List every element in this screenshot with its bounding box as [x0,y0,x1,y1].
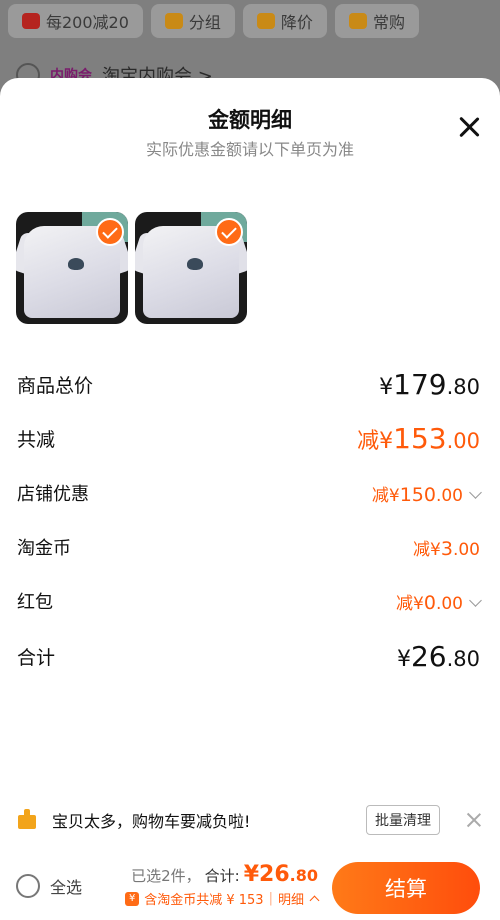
price-integer: 3 [440,537,453,560]
checkmark-icon[interactable] [96,218,124,246]
checkmark-icon[interactable] [215,218,243,246]
item-thumbnail[interactable] [135,212,247,324]
chevron-down-icon[interactable] [469,593,482,607]
filter-chip-row: 每200减20 分组 降价 常购 [8,4,419,38]
detail-separator: | [268,891,273,906]
chip-group[interactable]: 分组 [150,4,235,38]
price-decimal: .00 [435,593,463,614]
close-icon[interactable] [458,116,480,138]
row-label: 共减 [17,429,56,451]
sheet-subtitle: 实际优惠金额请以下单页为准 [145,140,354,159]
coins-value: 减 ¥ 3 .00 [413,535,480,560]
select-all-label: 全选 [50,878,83,897]
reduce-prefix: 减 [357,429,380,454]
row-label: 红包 [17,592,53,613]
shop-discount-value: 减 ¥ 150 .00 [371,481,482,506]
reduce-prefix: 减 [413,539,431,560]
total-amount: ¥26.80 [244,862,318,887]
amount-detail-sheet: 金额明细 实际优惠金额请以下单页为准 商品总价 ¥ 179 .80 共减 减 ¥… [0,78,500,920]
item-thumbnail[interactable] [16,212,128,324]
chip-price-drop[interactable]: 降价 [242,4,327,38]
coin-icon: ¥ [125,891,140,906]
total-amount-integer: ¥26 [243,862,290,887]
sheet-title: 金额明细 [208,108,292,132]
tip-text: 宝贝太多，购物车要减负啦! [52,812,251,831]
summary-total-line: 已选2件， 合计: ¥26.80 [125,862,318,887]
trash-icon [16,809,38,831]
price-decimal: .00 [446,429,480,453]
chevron-down-icon[interactable] [469,485,482,499]
chip-label: 常购 [372,13,405,32]
currency-symbol: ¥ [413,593,424,614]
price-integer: 0 [423,591,436,614]
row-label: 合计 [17,647,56,669]
currency-symbol: ¥ [430,539,441,560]
detail-link[interactable]: 明细 [278,889,304,908]
tshirt-emblem [68,258,84,270]
row-label: 店铺优惠 [17,484,89,505]
row-total-price: 商品总价 ¥ 179 .80 [17,368,480,401]
row-label: 淘金币 [17,538,71,559]
row-sum: 合计 ¥ 26 .80 [17,640,480,673]
cart-icon [348,13,367,29]
currency-symbol: ¥ [396,647,411,672]
row-label: 商品总价 [17,375,94,397]
total-label: 合计: [204,867,240,885]
price-decimal: .80 [446,647,480,671]
folder-icon [164,13,183,29]
selected-count: 已选2件， [131,867,201,885]
discount-detail-text: 含淘金币共减 ¥ 153 [144,893,264,908]
chevron-up-icon[interactable] [309,895,320,906]
reduced-value: 减 ¥ 153 .00 [357,422,480,455]
price-decimal: .00 [452,539,480,560]
price-integer: 153 [393,422,447,455]
price-integer: 26 [410,640,447,673]
checkout-button[interactable]: 结算 [332,862,480,914]
reduce-prefix: 减 [396,593,414,614]
coupon-icon [22,13,40,29]
price-integer: 150 [399,483,436,506]
price-decimal: .00 [435,485,463,506]
reduce-prefix: 减 [371,485,389,506]
chip-label: 降价 [280,13,313,32]
currency-symbol: ¥ [379,375,394,400]
row-taobao-coins: 淘金币 减 ¥ 3 .00 [17,534,480,560]
row-total-reduced: 共减 减 ¥ 153 .00 [17,422,480,455]
total-price-value: ¥ 179 .80 [379,368,480,401]
batch-clean-button[interactable]: 批量清理 [366,805,440,835]
currency-symbol: ¥ [388,485,400,506]
tshirt-emblem [187,258,203,270]
row-shop-discount[interactable]: 店铺优惠 减 ¥ 150 .00 [17,480,482,506]
checkout-bar: 全选 已选2件， 合计: ¥26.80 ¥ 含淘金币共减 ¥ 153 | 明细 … [0,856,500,920]
item-thumbnails [16,212,247,324]
select-all[interactable]: 全选 [16,874,82,898]
discount-detail-line[interactable]: ¥ 含淘金币共减 ¥ 153 | 明细 [125,889,320,908]
chip-frequent[interactable]: 常购 [334,4,419,38]
chip-label: 分组 [188,13,221,32]
price-integer: 179 [393,368,447,401]
chip-label: 每200减20 [46,13,129,32]
select-all-radio[interactable] [16,874,40,898]
currency-symbol: ¥ [379,429,394,454]
red-packet-value: 减 ¥ 0 .00 [396,589,482,614]
sum-value: ¥ 26 .80 [397,640,480,673]
checkout-summary: 已选2件， 合计: ¥26.80 ¥ 含淘金币共减 ¥ 153 | 明细 [125,862,320,908]
total-amount-decimal: .80 [289,866,318,885]
down-arrow-icon [256,13,275,29]
chip-coupon[interactable]: 每200减20 [8,4,143,38]
close-tip-icon[interactable] [466,812,482,828]
cleanup-tip-banner: 宝贝太多，购物车要减负啦! 批量清理 [16,802,482,838]
price-decimal: .80 [446,375,480,399]
row-red-packet[interactable]: 红包 减 ¥ 0 .00 [17,588,482,614]
